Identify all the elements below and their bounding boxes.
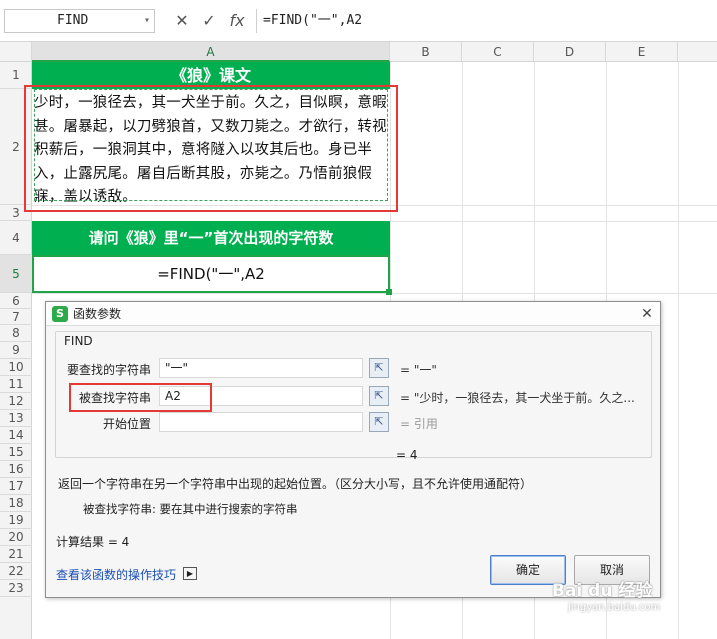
- argument-description: 被查找字符串: 要在其中进行搜索的字符串: [83, 502, 298, 516]
- row-header[interactable]: 8: [0, 325, 32, 342]
- row-header[interactable]: 7: [0, 309, 32, 325]
- fx-icon[interactable]: fx: [226, 10, 248, 32]
- name-box-value: FIND: [57, 13, 89, 28]
- column-header-b[interactable]: B: [390, 42, 462, 62]
- range-select-icon[interactable]: ⇱: [369, 358, 389, 378]
- arg-input-find-text[interactable]: "一": [159, 358, 363, 378]
- row-header[interactable]: 6: [0, 293, 32, 309]
- row-header[interactable]: 23: [0, 580, 32, 597]
- arg-label-find-text: 要查找的字符串: [66, 363, 151, 377]
- function-name: FIND: [64, 334, 93, 348]
- enter-icon[interactable]: ✓: [199, 10, 219, 32]
- row-header[interactable]: 17: [0, 478, 32, 495]
- dialog-titlebar[interactable]: S 函数参数 ✕: [46, 302, 660, 326]
- arg-result-start-num: = 引用: [400, 417, 438, 431]
- help-link[interactable]: 查看该函数的操作技巧: [56, 566, 176, 583]
- baidu-watermark: Bai du 经验: [552, 581, 653, 601]
- arg-result-find-text: = "一": [400, 363, 437, 377]
- cell-a4-question[interactable]: 请问《狼》里“一”首次出现的字符数: [32, 221, 390, 255]
- function-description: 返回一个字符串在另一个字符串中出现的起始位置。（区分大小写，且不允许使用通配符）: [58, 477, 533, 491]
- fill-handle[interactable]: [386, 289, 392, 295]
- column-header-bar: A B C D E: [0, 42, 717, 62]
- row-header[interactable]: 22: [0, 563, 32, 580]
- row-header[interactable]: 10: [0, 359, 32, 376]
- dialog-title: 函数参数: [73, 307, 122, 321]
- calculation-result: 计算结果 = 4: [56, 535, 130, 549]
- range-select-icon[interactable]: ⇱: [369, 412, 389, 432]
- select-all-corner[interactable]: [0, 42, 32, 62]
- row-header[interactable]: 9: [0, 342, 32, 359]
- row-header[interactable]: 5: [0, 255, 32, 293]
- close-icon[interactable]: ✕: [638, 304, 656, 324]
- row-header[interactable]: 16: [0, 461, 32, 478]
- arg-result-within-text: = "少时，一狼径去，其一犬坐于前。久之...: [400, 391, 635, 405]
- highlight-box: [24, 85, 398, 212]
- row-header[interactable]: 18: [0, 495, 32, 512]
- gridline: [678, 62, 679, 639]
- column-header-e[interactable]: E: [606, 42, 678, 62]
- chevron-down-icon[interactable]: ▾: [144, 10, 150, 32]
- row-header[interactable]: 15: [0, 444, 32, 461]
- baidu-watermark-url: jingyan.baidu.com: [568, 602, 661, 613]
- formula-bar: FIND ▾ ✕ ✓ fx =FIND("一",A2: [0, 0, 717, 42]
- row-header[interactable]: 12: [0, 393, 32, 410]
- function-arguments-dialog: S 函数参数 ✕ FIND 要查找的字符串 "一" ⇱ = "一" 被查找字符串…: [45, 301, 661, 598]
- column-header-d[interactable]: D: [534, 42, 606, 62]
- range-select-icon[interactable]: ⇱: [369, 386, 389, 406]
- row-header[interactable]: 13: [0, 410, 32, 427]
- name-box[interactable]: FIND ▾: [4, 9, 155, 33]
- row-header[interactable]: 14: [0, 427, 32, 444]
- formula-result: = 4: [396, 448, 418, 462]
- arg-label-start-num: 开始位置: [102, 417, 151, 431]
- formula-input[interactable]: =FIND("一",A2: [256, 9, 715, 33]
- row-header[interactable]: 21: [0, 546, 32, 563]
- row-header[interactable]: 11: [0, 376, 32, 393]
- video-tutorial-icon[interactable]: ▶: [183, 567, 197, 580]
- cancel-icon[interactable]: ✕: [172, 10, 192, 32]
- row-header[interactable]: 19: [0, 512, 32, 529]
- column-header-a[interactable]: A: [32, 42, 390, 62]
- arg-input-start-num[interactable]: [159, 412, 363, 432]
- row-header[interactable]: 4: [0, 221, 32, 255]
- highlight-box: [69, 383, 212, 412]
- cell-a5-active[interactable]: =FIND("一",A2: [32, 255, 390, 293]
- column-header-c[interactable]: C: [462, 42, 534, 62]
- gridline: [32, 293, 717, 294]
- row-header[interactable]: 20: [0, 529, 32, 546]
- wps-logo-icon: S: [52, 306, 68, 322]
